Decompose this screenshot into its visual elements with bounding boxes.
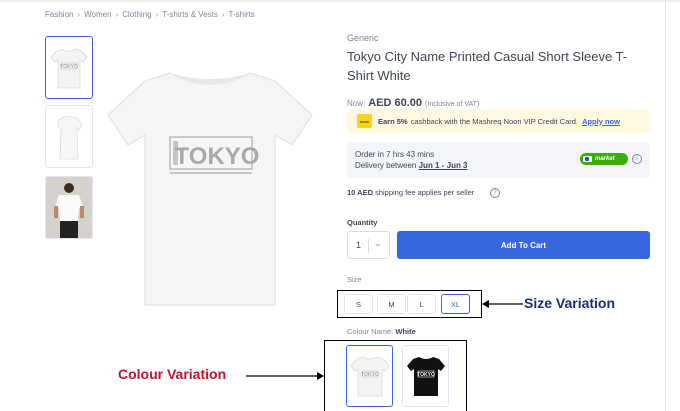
thumbnail-front[interactable]: TOKYO bbox=[45, 36, 93, 99]
noon-logo-icon: noon bbox=[357, 114, 372, 128]
colour-label-text: Colour Name: bbox=[347, 327, 394, 336]
print-text: TOKYO bbox=[175, 143, 260, 170]
breadcrumb-fashion[interactable]: Fashion bbox=[45, 10, 73, 19]
chevron-right-icon: › bbox=[221, 10, 225, 19]
colour-variation-annotation: Colour Variation bbox=[118, 366, 227, 382]
size-option-s[interactable]: S bbox=[344, 294, 373, 314]
cashback-text: cashback with the Mashreq Noon VIP Credi… bbox=[410, 116, 579, 126]
quantity-value: 1 bbox=[356, 240, 362, 250]
main-product-image[interactable]: TOKYO bbox=[100, 55, 320, 315]
tshirt-white-swatch-image: TOKYO bbox=[349, 356, 390, 397]
model-back-thumb-image bbox=[46, 177, 92, 238]
market-label: market bbox=[595, 156, 615, 162]
shipping-fee: 10 AED shipping fee applies per seller bbox=[347, 188, 474, 197]
price-value: AED 60.00 bbox=[368, 97, 423, 109]
size-option-xl[interactable]: XL bbox=[441, 294, 470, 314]
size-arrow-icon bbox=[482, 300, 523, 308]
print-text: TOKYO bbox=[417, 372, 435, 378]
chevron-right-icon: › bbox=[115, 10, 119, 19]
add-to-cart-button[interactable]: Add To Cart bbox=[397, 231, 650, 259]
tshirt-black-swatch-image: TOKYO bbox=[406, 357, 445, 396]
quantity-select[interactable]: 1 ⌄ bbox=[347, 231, 390, 259]
tshirt-side-thumb-image bbox=[57, 115, 83, 159]
print-text: TOKYO bbox=[361, 372, 379, 378]
breadcrumb-tshirts-vests[interactable]: T-shirts & Vests bbox=[162, 10, 218, 19]
print-text: TOKYO bbox=[60, 64, 78, 70]
breadcrumb-clothing[interactable]: Clothing bbox=[122, 10, 151, 19]
quantity-divider bbox=[368, 239, 369, 253]
cashback-banner: noon Earn 5% cashback with the Mashreq N… bbox=[347, 109, 650, 133]
apply-now-link[interactable]: Apply now bbox=[582, 117, 620, 126]
colour-arrow-icon bbox=[246, 372, 324, 380]
brand-name[interactable]: Generic bbox=[347, 33, 379, 43]
tshirt-main-image: TOKYO bbox=[107, 72, 313, 306]
breadcrumb: Fashion › Women › Clothing › T-shirts & Vests ›… bbox=[45, 10, 255, 19]
size-label: Size bbox=[347, 275, 362, 284]
thumbnail-side[interactable] bbox=[45, 105, 93, 168]
quantity-label: Quantity bbox=[347, 218, 378, 227]
size-option-l[interactable]: L bbox=[407, 294, 436, 314]
size-option-m[interactable]: M bbox=[377, 294, 406, 314]
chevron-right-icon: › bbox=[77, 10, 81, 19]
shipping-text: shipping fee applies per seller bbox=[375, 188, 475, 197]
delivery-prefix: Delivery between bbox=[355, 161, 417, 170]
breadcrumb-women[interactable]: Women bbox=[84, 10, 111, 19]
colour-swatch-white[interactable]: TOKYO bbox=[346, 345, 393, 407]
shipping-amount: 10 AED bbox=[347, 188, 373, 197]
cashback-amount: Earn 5% bbox=[378, 116, 408, 126]
colour-swatch-black[interactable]: TOKYO bbox=[402, 345, 449, 407]
truck-icon bbox=[583, 156, 592, 162]
price-prefix: Now: bbox=[347, 99, 366, 108]
colour-selected: White bbox=[395, 327, 416, 336]
right-border bbox=[665, 0, 666, 411]
colour-label: Colour Name: White bbox=[347, 327, 416, 336]
help-icon[interactable]: ? bbox=[490, 188, 500, 198]
info-icon[interactable]: i bbox=[632, 154, 642, 164]
chevron-down-icon: ⌄ bbox=[372, 238, 383, 248]
breadcrumb-tshirts[interactable]: T-shirts bbox=[229, 10, 255, 19]
delivery-dates: Jun 1 - Jun 3 bbox=[418, 161, 468, 170]
chevron-right-icon: › bbox=[155, 10, 159, 19]
thumbnail-model-back[interactable] bbox=[45, 176, 93, 239]
vat-note: (Inclusive of VAT) bbox=[425, 101, 480, 108]
top-border bbox=[0, 0, 680, 2]
market-badge: market bbox=[580, 153, 628, 165]
product-title: Tokyo City Name Printed Casual Short Sle… bbox=[347, 49, 628, 83]
tshirt-front-thumb-image: TOKYO bbox=[50, 48, 88, 88]
size-variation-annotation: Size Variation bbox=[524, 295, 616, 311]
